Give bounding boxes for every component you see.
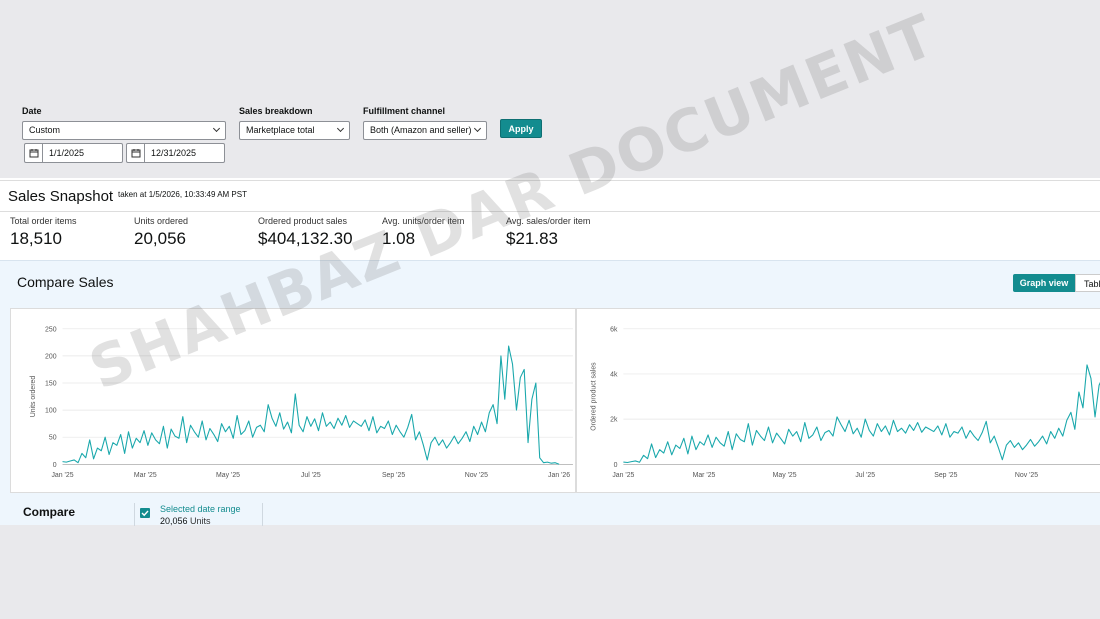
selected-range-label[interactable]: Selected date range [160,504,241,514]
compare-title: Compare [23,505,76,519]
units-ordered-chart: 0 50 100 150 200 250 Units ordered Jan '25 Mar '… [10,308,576,493]
table-view-button[interactable]: Tabl [1075,274,1100,292]
start-date-field[interactable]: 1/1/2025 [24,143,123,163]
end-date-field[interactable]: 12/31/2025 [126,143,225,163]
x-tick-label: May '25 [216,472,240,479]
y-tick-label: 200 [45,353,57,360]
compare-sales-panel: Compare Sales Graph view Tabl 0 50 100 150 2… [0,260,1100,526]
snapshot-timestamp: taken at 1/5/2026, 10:33:49 AM PST [118,190,247,199]
metric-avg-sales-per-order-item: Avg. sales/order item $21.83 [506,216,590,249]
calendar-icon[interactable] [25,144,43,162]
x-tick-label: Jan '26 [548,472,570,479]
sales-snapshot: Sales Snapshot taken at 1/5/2026, 10:33:… [0,178,1100,260]
x-tick-label: Jul '25 [301,472,321,479]
y-axis-label: Ordered product sales [591,362,598,431]
date-range-select[interactable]: Custom [22,121,226,140]
metric-value: 18,510 [10,229,62,248]
metric-ordered-product-sales: Ordered product sales $404,132.30 [258,216,353,249]
sales-breakdown-value: Marketplace total [246,125,315,135]
chevron-down-icon [212,124,221,133]
divider [262,503,263,526]
snapshot-header: Sales Snapshot taken at 1/5/2026, 10:33:… [0,180,1100,212]
y-tick-label: 0 [614,462,618,469]
sales-breakdown-label: Sales breakdown [239,106,313,116]
x-tick-label: Nov '25 [465,472,488,479]
y-tick-label: 2k [610,417,618,424]
fulfillment-channel-value: Both (Amazon and seller) [370,125,472,135]
filter-bar: Date Custom 1/1/2025 12/31/2025 Sales br… [0,92,1100,176]
y-tick-label: 100 [45,408,57,415]
y-tick-label: 6k [610,326,618,333]
calendar-icon[interactable] [127,144,145,162]
metric-label: Total order items [10,216,77,226]
x-tick-label: Jan '25 [612,472,634,479]
compare-sales-title: Compare Sales [17,274,114,290]
metric-label: Ordered product sales [258,216,348,226]
x-tick-label: Nov '25 [1015,472,1038,479]
units-value: 20,056 [160,516,188,526]
metric-avg-units-per-order-item: Avg. units/order item 1.08 [382,216,464,249]
units-suffix: Units [190,516,211,526]
y-tick-label: 4k [610,371,618,378]
y-tick-label: 250 [45,326,57,333]
metric-label: Units ordered [134,216,189,226]
series-line [623,364,1100,464]
sales-breakdown-select[interactable]: Marketplace total [239,121,350,140]
metric-label: Avg. units/order item [382,216,465,226]
chevron-down-icon [473,124,482,133]
metric-value: 20,056 [134,229,186,248]
chevron-down-icon [336,124,345,133]
end-date-value: 12/31/2025 [151,148,197,158]
metric-label: Avg. sales/order item [506,216,591,226]
x-tick-label: Mar '25 [134,472,157,479]
start-date-value: 1/1/2025 [49,148,85,158]
snapshot-title: Sales Snapshot [8,188,114,205]
x-tick-label: Sep '25 [382,472,405,479]
x-tick-label: Mar '25 [693,472,716,479]
y-axis-label: Units ordered [30,376,37,418]
units-ordered-chart-svg: 0 50 100 150 200 250 Units ordered Jan '25 Mar '… [30,326,573,479]
metric-value: $21.83 [506,229,558,248]
apply-button[interactable]: Apply [500,119,542,138]
ordered-product-sales-chart-svg: 0 2k 4k 6k Ordered product sales Jan '25 Mar '… [591,326,1100,479]
x-tick-label: Jan '25 [51,472,73,479]
ordered-product-sales-chart: 0 2k 4k 6k Ordered product sales Jan '25 Mar '… [576,308,1100,493]
x-tick-label: May '25 [773,472,797,479]
checkmark-icon [141,510,149,517]
fulfillment-channel-label: Fulfillment channel [363,106,446,116]
graph-view-button[interactable]: Graph view [1013,274,1075,292]
fulfillment-channel-select[interactable]: Both (Amazon and seller) [363,121,487,140]
y-tick-label: 50 [49,435,57,442]
selected-range-units: 20,056 Units [160,516,211,526]
y-tick-label: 150 [45,380,57,387]
metric-value: $404,132.30 [258,229,353,248]
metric-units-ordered: Units ordered 20,056 [134,216,188,249]
metric-value: 1.08 [382,229,416,248]
date-range-value: Custom [29,125,61,135]
series-line [62,345,560,465]
x-tick-label: Sep '25 [934,472,957,479]
divider [134,503,135,526]
date-label: Date [22,106,42,116]
selected-range-checkbox[interactable] [140,508,150,518]
y-tick-label: 0 [53,462,57,469]
x-tick-label: Jul '25 [855,472,875,479]
metric-total-order-items: Total order items 18,510 [10,216,77,249]
